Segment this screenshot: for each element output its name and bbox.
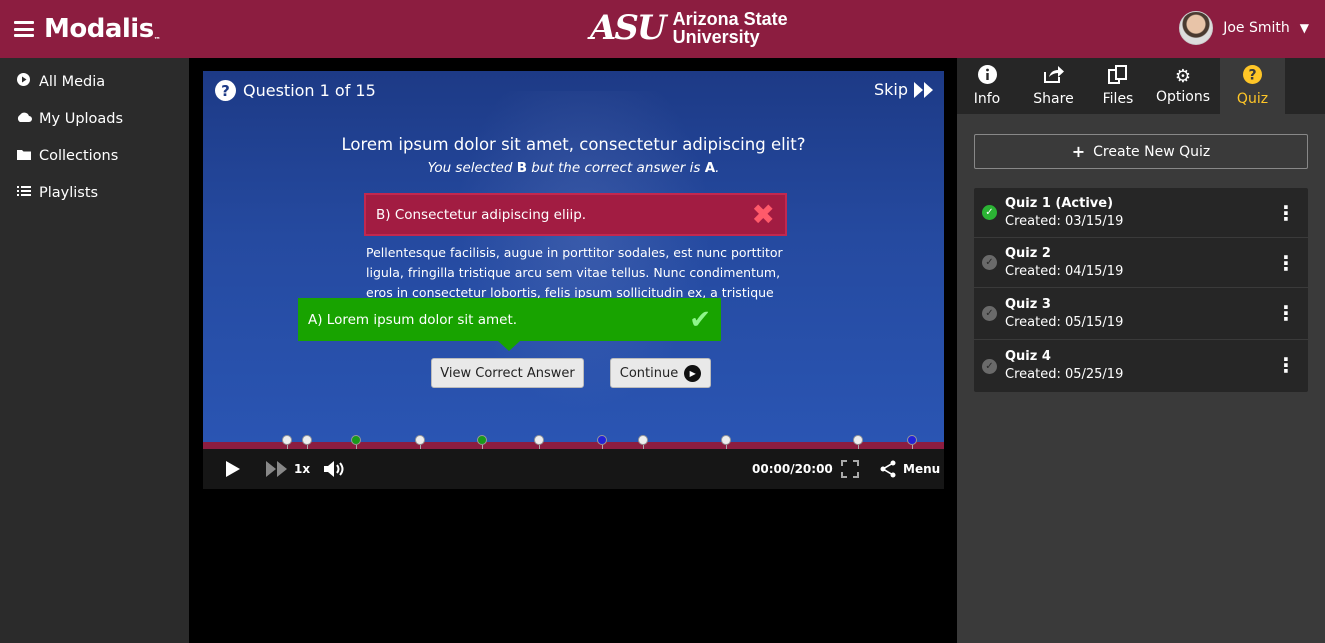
svg-text:?: ? bbox=[1248, 68, 1256, 84]
sidebar-item-label: Playlists bbox=[39, 184, 99, 201]
fullscreen-icon bbox=[841, 460, 859, 478]
play-icon bbox=[226, 461, 240, 477]
brand: Modalis™ bbox=[14, 14, 161, 44]
quiz-marker[interactable] bbox=[596, 435, 607, 450]
quiz-marker[interactable] bbox=[853, 435, 864, 450]
sidebar-item-collections[interactable]: Collections bbox=[0, 137, 189, 174]
more-options-icon[interactable]: ⋮ bbox=[1276, 302, 1296, 324]
list-icon bbox=[16, 185, 31, 201]
x-mark-icon: ✖ bbox=[751, 197, 775, 231]
player-controls: 1x 00:00/20:00 Menu bbox=[203, 449, 944, 489]
view-correct-answer-button[interactable]: View Correct Answer bbox=[431, 358, 584, 388]
check-circle-icon: ✓ bbox=[982, 205, 997, 220]
answer-explanation: Pellentesque facilisis, augue in porttit… bbox=[366, 245, 783, 300]
chevron-down-icon: ▼ bbox=[1299, 21, 1309, 35]
quiz-marker[interactable] bbox=[281, 435, 292, 450]
info-icon bbox=[977, 65, 997, 89]
skip-button[interactable]: Skip bbox=[874, 80, 934, 99]
question-icon: ? bbox=[215, 80, 236, 101]
quiz-list: ✓ Quiz 1 (Active) Created: 03/15/19 ⋮ ✓ … bbox=[974, 188, 1308, 392]
plus-icon: + bbox=[1071, 142, 1086, 161]
check-circle-icon: ✓ bbox=[982, 306, 997, 321]
sidebar-item-all-media[interactable]: All Media bbox=[0, 63, 189, 100]
volume-icon bbox=[324, 461, 344, 477]
tab-info[interactable]: Info bbox=[957, 58, 1017, 114]
hamburger-menu-icon[interactable] bbox=[14, 21, 34, 37]
more-options-icon[interactable]: ⋮ bbox=[1276, 252, 1296, 274]
user-name: Joe Smith bbox=[1223, 20, 1290, 36]
cloud-icon bbox=[16, 111, 32, 127]
tab-share[interactable]: Share bbox=[1017, 58, 1090, 114]
sidebar-item-my-uploads[interactable]: My Uploads bbox=[0, 100, 189, 137]
user-menu[interactable]: Joe Smith ▼ bbox=[1179, 11, 1309, 45]
correct-answer: A) Lorem ipsum dolor sit amet. ✔ bbox=[298, 298, 721, 351]
asu-logo-mark: ASU bbox=[590, 8, 667, 48]
more-options-icon[interactable]: ⋮ bbox=[1276, 354, 1296, 376]
list-item[interactable]: ✓ Quiz 3 Created: 05/15/19 ⋮ bbox=[974, 288, 1308, 340]
tab-quiz[interactable]: ? Quiz bbox=[1220, 58, 1285, 114]
university-name-line2: University bbox=[672, 27, 760, 47]
share-icon bbox=[1043, 65, 1065, 89]
tab-files[interactable]: Files bbox=[1090, 58, 1146, 114]
video-player[interactable]: ? Question 1 of 15 Skip Lorem ipsum dolo… bbox=[203, 71, 944, 489]
panel-tabs: Info Share Files ⚙ Options ? Quiz bbox=[957, 58, 1325, 114]
right-panel: Info Share Files ⚙ Options ? Quiz + Crea… bbox=[957, 58, 1325, 643]
skip-forward-icon bbox=[914, 81, 933, 98]
speed-control[interactable]: 1x bbox=[266, 449, 310, 489]
question-header: ? Question 1 of 15 bbox=[215, 80, 376, 101]
fullscreen-button[interactable] bbox=[841, 449, 859, 489]
video-frame[interactable]: ? Question 1 of 15 Skip Lorem ipsum dolo… bbox=[203, 71, 944, 442]
top-bar: Modalis™ ASU Arizona State University Jo… bbox=[0, 0, 1325, 58]
question-text: Lorem ipsum dolor sit amet, consectetur … bbox=[341, 135, 806, 154]
play-circle-icon: ▶ bbox=[684, 364, 702, 382]
time-display: 00:00/20:00 bbox=[752, 462, 833, 476]
list-item[interactable]: ✓ Quiz 4 Created: 05/25/19 ⋮ bbox=[974, 340, 1308, 392]
check-circle-icon: ✓ bbox=[982, 255, 997, 270]
sidebar: All Media My Uploads Collections Playlis… bbox=[0, 58, 189, 643]
university-name-line1: Arizona State bbox=[672, 9, 788, 29]
sidebar-item-label: My Uploads bbox=[39, 110, 124, 127]
selected-wrong-answer: B) Consectetur adipiscing eliip. ✖ bbox=[364, 193, 787, 236]
speed-label: 1x bbox=[294, 462, 311, 476]
sidebar-item-label: Collections bbox=[39, 147, 119, 164]
answer-feedback: You selected B but the correct answer is… bbox=[427, 160, 720, 176]
question-counter: Question 1 of 15 bbox=[243, 81, 376, 100]
play-circle-icon bbox=[16, 73, 31, 90]
list-item[interactable]: ✓ Quiz 1 (Active) Created: 03/15/19 ⋮ bbox=[974, 188, 1308, 238]
share-icon bbox=[880, 460, 896, 478]
continue-button[interactable]: Continue ▶ bbox=[610, 358, 711, 388]
fast-forward-icon bbox=[266, 461, 287, 477]
files-icon bbox=[1108, 65, 1128, 89]
quiz-marker[interactable] bbox=[476, 435, 487, 450]
volume-button[interactable] bbox=[323, 449, 349, 489]
sidebar-item-playlists[interactable]: Playlists bbox=[0, 174, 189, 211]
list-item[interactable]: ✓ Quiz 2 Created: 04/15/19 ⋮ bbox=[974, 238, 1308, 288]
quiz-marker[interactable] bbox=[301, 435, 312, 450]
create-new-quiz-button[interactable]: + Create New Quiz bbox=[974, 134, 1308, 169]
progress-track[interactable] bbox=[203, 442, 944, 449]
check-circle-icon: ✓ bbox=[982, 358, 997, 374]
checkmark-icon: ✔ bbox=[689, 304, 711, 335]
share-menu-button[interactable]: Menu bbox=[879, 449, 940, 489]
tab-options[interactable]: ⚙ Options bbox=[1146, 58, 1220, 114]
avatar bbox=[1179, 11, 1214, 45]
sidebar-item-label: All Media bbox=[39, 73, 106, 90]
gear-icon: ⚙ bbox=[1174, 66, 1192, 87]
app-logo[interactable]: Modalis™ bbox=[44, 14, 161, 44]
university-logo: ASU Arizona State University bbox=[590, 10, 788, 46]
question-icon: ? bbox=[1243, 65, 1262, 89]
play-button[interactable] bbox=[225, 449, 241, 489]
more-options-icon[interactable]: ⋮ bbox=[1276, 202, 1296, 224]
folder-icon bbox=[16, 148, 31, 164]
